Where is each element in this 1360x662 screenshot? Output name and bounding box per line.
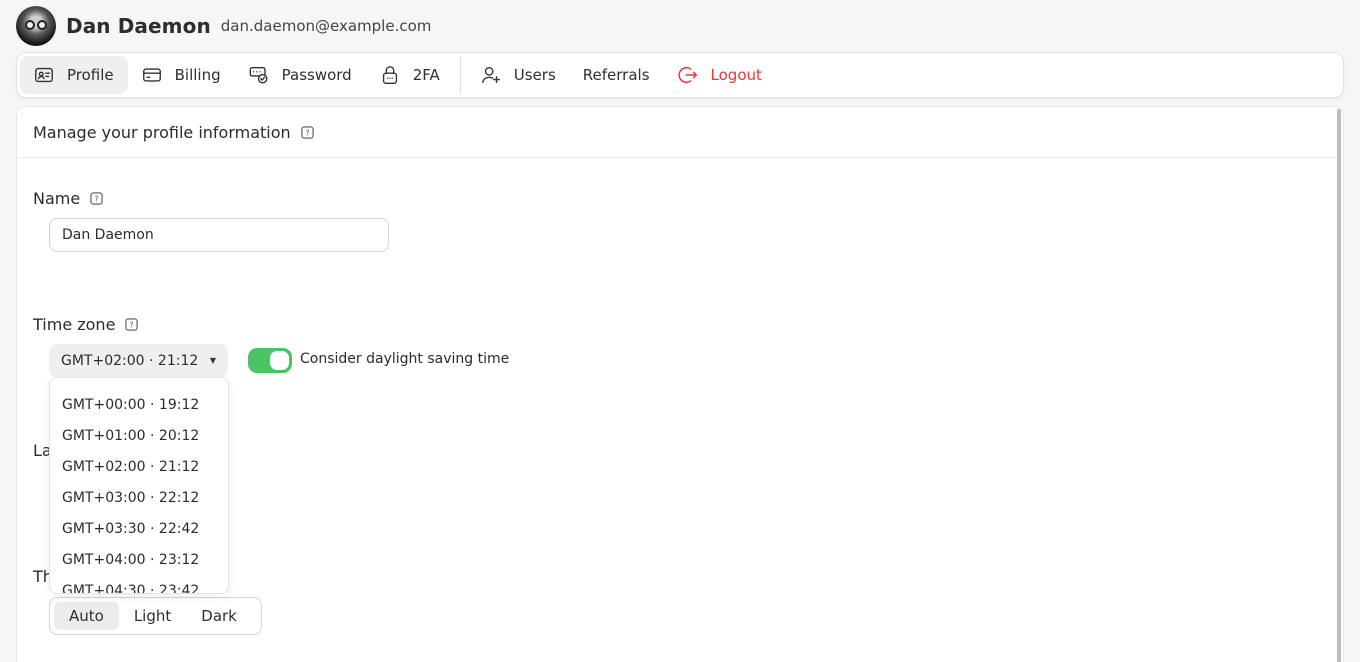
timezone-option[interactable]: GMT+03:00 · 22:12	[50, 482, 228, 513]
settings-nav: Profile Billing Password 2FA Users Refer…	[16, 52, 1344, 98]
nav-label-billing: Billing	[174, 66, 221, 84]
name-input[interactable]	[49, 218, 389, 252]
nav-label-2fa: 2FA	[412, 66, 440, 84]
logout-icon	[678, 66, 697, 84]
daylight-saving-label: Consider daylight saving time	[300, 351, 510, 367]
name-label: Name ?	[33, 189, 103, 208]
theme-option-dark[interactable]: Dark	[186, 602, 252, 630]
help-icon[interactable]: ?	[90, 192, 103, 205]
timezone-dropdown[interactable]: GMT+00:00 · 19:12 GMT+01:00 · 20:12 GMT+…	[49, 377, 229, 594]
nav-item-logout[interactable]: Logout	[664, 56, 776, 94]
nav-divider	[459, 56, 461, 94]
theme-option-auto[interactable]: Auto	[54, 602, 119, 630]
nav-item-2fa[interactable]: 2FA	[366, 56, 454, 94]
user-plus-icon	[481, 66, 500, 84]
nav-item-referrals[interactable]: Referrals	[570, 56, 664, 94]
nav-label-logout: Logout	[710, 66, 762, 84]
panel-title: Manage your profile information	[33, 122, 291, 142]
help-icon[interactable]: ?	[125, 318, 139, 331]
credit-card-icon	[142, 68, 161, 82]
nav-label-referrals: Referrals	[582, 66, 650, 84]
nav-item-password[interactable]: Password	[235, 56, 366, 94]
nav-item-billing[interactable]: Billing	[128, 56, 235, 94]
theme-option-light[interactable]: Light	[119, 602, 186, 630]
id-card-icon	[35, 67, 53, 83]
nav-label-password: Password	[281, 66, 352, 84]
timezone-option[interactable]: GMT+02:00 · 21:12	[50, 451, 228, 482]
lock-icon	[382, 66, 397, 84]
user-email: dan.daemon@example.com	[220, 17, 432, 35]
svg-text:?: ?	[305, 128, 309, 137]
theme-segmented-control: Auto Light Dark	[49, 597, 262, 635]
timezone-select[interactable]: GMT+02:00 · 21:12 ▼	[49, 344, 228, 377]
daylight-saving-toggle[interactable]	[248, 348, 292, 373]
svg-text:?: ?	[130, 321, 134, 330]
timezone-option[interactable]: GMT+04:00 · 23:12	[50, 544, 228, 575]
caret-down-icon: ▼	[209, 356, 216, 365]
nav-item-profile[interactable]: Profile	[20, 56, 128, 94]
svg-text:?: ?	[95, 195, 99, 204]
help-icon[interactable]: ?	[301, 125, 314, 139]
timezone-option[interactable]: GMT+03:30 · 22:42	[50, 513, 228, 544]
nav-item-users[interactable]: Users	[467, 56, 570, 94]
nav-label-users: Users	[513, 66, 556, 84]
panel-header: Manage your profile information ?	[17, 107, 1343, 158]
user-name: Dan Daemon	[66, 14, 211, 38]
timezone-option[interactable]: GMT+01:00 · 20:12	[50, 420, 228, 451]
toggle-knob	[270, 351, 289, 370]
scrollbar-thumb[interactable]	[1337, 109, 1341, 662]
timezone-selected-value: GMT+02:00 · 21:12	[61, 352, 199, 369]
nav-label-profile: Profile	[67, 66, 114, 84]
password-icon	[249, 66, 268, 84]
timezone-option[interactable]: GMT+04:30 · 23:42	[50, 575, 228, 594]
avatar[interactable]	[16, 6, 56, 46]
timezone-label: Time zone ?	[33, 315, 139, 334]
user-header: Dan Daemon dan.daemon@example.com	[16, 6, 431, 46]
timezone-option[interactable]: GMT+00:00 · 19:12	[50, 389, 228, 420]
profile-panel: Manage your profile information ? Name ?…	[16, 106, 1344, 662]
